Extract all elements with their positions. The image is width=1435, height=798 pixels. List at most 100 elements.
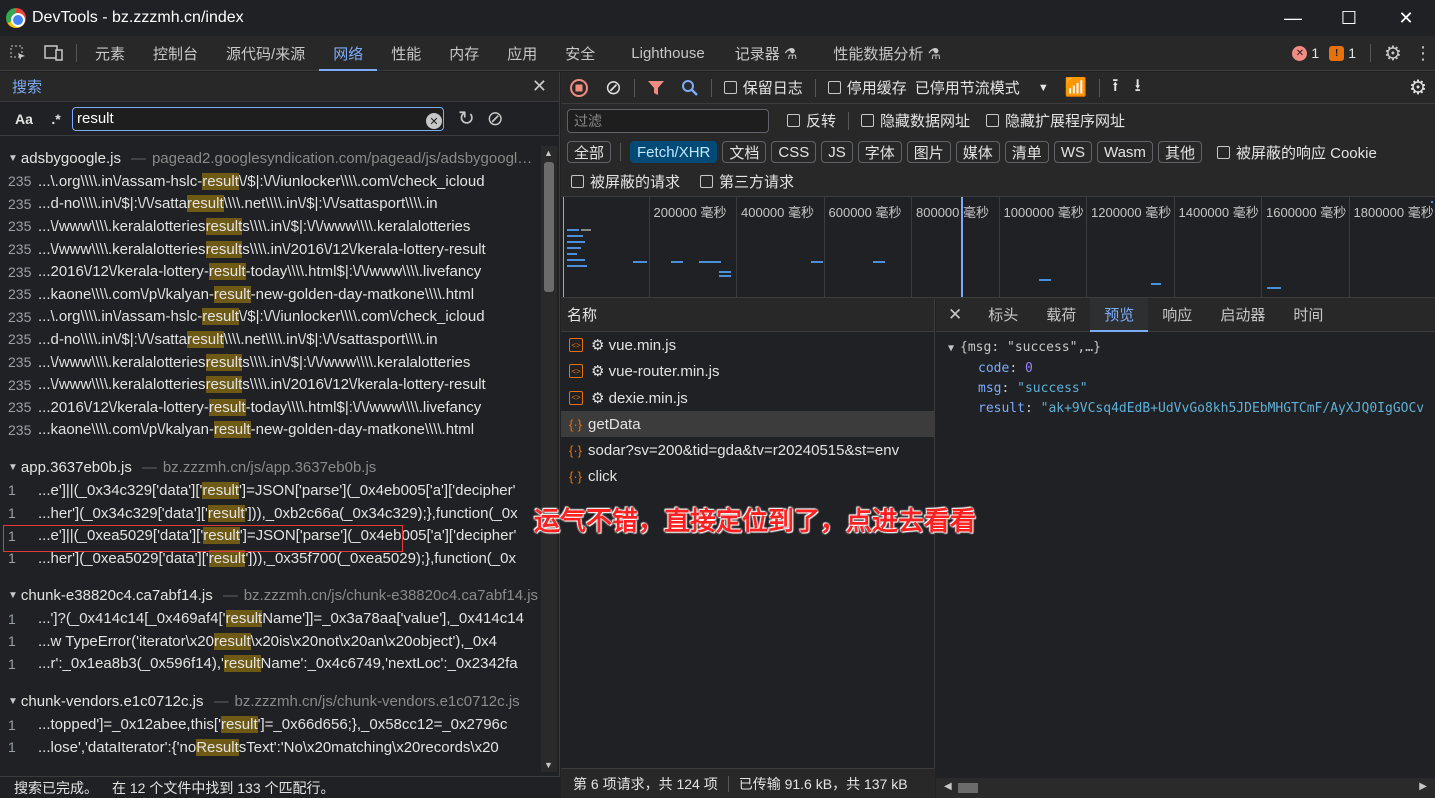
clear-input-icon[interactable]: ✕ [426,113,442,129]
hide-ext-urls-checkbox[interactable]: 隐藏扩展程序网址 [978,105,1133,137]
tab-security[interactable]: 安全 [551,36,609,71]
filter-funnel-icon[interactable] [639,72,673,104]
type-filter-4[interactable]: JS [821,141,853,163]
tab-performance[interactable]: 性能 [377,36,435,71]
more-options-icon[interactable]: ⋮ [1411,36,1435,71]
request-row[interactable]: <> ⚙ vue-router.min.js [561,358,934,384]
scroll-up-icon[interactable]: ▲ [544,148,553,158]
match-case-button[interactable]: Aa [8,111,40,127]
tab-memory[interactable]: 内存 [435,36,493,71]
type-filter-9[interactable]: WS [1053,141,1092,163]
preserve-log-checkbox[interactable]: 保留日志 [716,72,811,104]
tab-console[interactable]: 控制台 [139,36,212,71]
search-match-row[interactable]: 235 ...\/www\\\\.keralalotteriesresults\\… [0,238,540,261]
search-match-row[interactable]: 235 ...\/www\\\\.keralalotteriesresults\\… [0,373,540,396]
hide-data-urls-checkbox[interactable]: 隐藏数据网址 [853,105,978,137]
preview-root-row[interactable]: ▼ {msg: "success",…} [948,338,1435,359]
refresh-search-icon[interactable]: ↻ [458,106,475,131]
search-match-row[interactable]: 1 ...lose','dataIterator':{'noResultsText… [0,736,540,759]
search-match-row[interactable]: 1 ...e']||(_0x34c329['data']['result']=JS… [0,479,540,502]
error-badge[interactable]: ✕ 1 [1292,45,1319,61]
request-row[interactable]: <> ⚙ dexie.min.js [561,385,934,411]
clear-search-results-icon[interactable]: ⊘ [487,106,504,131]
settings-gear-icon[interactable]: ⚙ [1375,36,1411,71]
search-match-row[interactable]: 235 ...\/www\\\\.keralalotteriesresults\\… [0,215,540,238]
detail-tab-3[interactable]: 响应 [1148,298,1206,332]
tab-sources[interactable]: 源代码/来源 [212,36,319,71]
search-match-row[interactable]: 235 ...2016\/12\/kerala-lottery-result-to… [0,396,540,419]
close-window-icon[interactable]: ✕ [1378,0,1434,36]
type-filter-6[interactable]: 图片 [906,141,951,163]
tab-recorder[interactable]: 记录器 ⚗ [721,36,812,71]
type-filter-5[interactable]: 字体 [857,141,902,163]
import-har-icon[interactable]: ⭱ [1104,72,1126,104]
scroll-left-icon[interactable]: ◀ [944,781,952,792]
search-match-row[interactable]: 235 ...kaone\\\\.com\/p\/kalyan-result-ne… [0,419,540,442]
request-row[interactable]: <> ⚙ vue.min.js [561,332,934,358]
search-match-row[interactable]: 235 ...kaone\\\\.com\/p\/kalyan-result-ne… [0,283,540,306]
search-match-row[interactable]: 1 ...her'](_0x34c329['data']['result'])),… [0,502,540,525]
name-column-header[interactable]: 名称 [561,298,934,332]
scrollbar-thumb[interactable] [544,162,554,292]
request-row[interactable]: {·} sodar?sv=200&tid=gda&tv=r20240515&st=… [561,437,934,463]
result-file-header[interactable]: ▼ adsbygoogle.js — pagead2.googlesyndicatio… [0,146,540,170]
detail-tab-5[interactable]: 时间 [1279,298,1337,332]
inspect-element-icon[interactable] [0,36,36,71]
search-match-row[interactable]: 235 ...\.org\\\\.in\/assam-hslc-result\/$… [0,306,540,329]
throttle-select[interactable]: 已停用节流模式 ▼ [915,72,1057,104]
hscroll-thumb[interactable] [958,783,978,793]
close-detail-icon[interactable]: ✕ [936,298,974,332]
disable-cache-checkbox[interactable]: 停用缓存 [820,72,915,104]
maximize-icon[interactable]: ☐ [1321,0,1377,36]
clear-log-icon[interactable]: ⊘ [597,72,630,104]
result-file-header[interactable]: ▼ app.3637eb0b.js — bz.zzzmh.cn/js/app.3637… [0,455,540,479]
filter-input[interactable]: 过滤 [567,108,769,133]
search-match-row[interactable]: 235 ...\.org\\\\.in\/assam-hslc-result\/$… [0,170,540,193]
preview-horizontal-scrollbar[interactable]: ◀ ▶ [936,778,1435,798]
device-toolbar-icon[interactable] [36,36,72,71]
warning-badge[interactable]: ! 1 [1329,45,1356,61]
type-filter-1[interactable]: Fetch/XHR [630,141,718,163]
search-match-row[interactable]: 1 ...w TypeError('iterator\x20result\x20i… [0,630,540,653]
result-file-header[interactable]: ▼ chunk-vendors.e1c0712c.js — bz.zzzmh.cn/j… [0,689,540,713]
stop-recording-icon[interactable] [561,72,597,104]
search-match-row[interactable]: 1 ...']?(_0x414c14[_0x469af4['resultName'… [0,608,540,631]
close-search-icon[interactable]: ✕ [532,76,547,97]
network-overview-timeline[interactable]: 200000 毫秒 400000 毫秒 600000 毫秒 800000 毫秒 1000… [561,197,1435,298]
type-filter-11[interactable]: 其他 [1157,141,1202,163]
scroll-down-icon[interactable]: ▼ [544,760,553,770]
result-file-header[interactable]: ▼ chunk-e38820c4.ca7abf14.js — bz.zzzmh.cn/… [0,584,540,608]
minimize-icon[interactable]: — [1265,0,1321,36]
search-match-row[interactable]: 1 ...topped']=_0x12abee,this['result']=_0… [0,713,540,736]
search-match-row[interactable]: 235 ...\/www\\\\.keralalotteriesresults\\… [0,351,540,374]
type-filter-10[interactable]: Wasm [1096,141,1153,163]
search-match-row[interactable]: 235 ...d-no\\\\.in\/$|:\/\/sattaresult\\\… [0,193,540,216]
third-party-checkbox[interactable]: 第三方请求 [700,171,794,192]
detail-tab-2[interactable]: 预览 [1090,297,1149,332]
search-match-row[interactable]: 235 ...2016\/12\/kerala-lottery-result-to… [0,260,540,283]
tab-application[interactable]: 应用 [493,36,551,71]
blocked-cookies-checkbox[interactable]: 被屏蔽的响应 Cookie [1216,142,1377,163]
detail-tab-4[interactable]: 启动器 [1206,298,1279,332]
tab-network[interactable]: 网络 [319,36,378,71]
regex-button[interactable]: .* [40,111,72,127]
blocked-requests-checkbox[interactable]: 被屏蔽的请求 [571,171,680,192]
request-row[interactable]: {·} click [561,463,934,489]
detail-tab-0[interactable]: 标头 [974,298,1032,332]
tab-lighthouse[interactable]: Lighthouse [609,36,720,71]
tab-elements[interactable]: 元素 [81,36,139,71]
search-icon[interactable] [673,72,707,104]
scroll-right-icon[interactable]: ▶ [1419,781,1427,792]
network-settings-icon[interactable]: ⚙ [1401,72,1435,104]
network-conditions-icon[interactable]: 📶 [1057,72,1095,104]
invert-checkbox[interactable]: 反转 [779,105,844,137]
request-row[interactable]: {·} getData [561,410,934,438]
type-filter-2[interactable]: 文档 [722,141,767,163]
search-input[interactable] [72,106,444,131]
search-match-row[interactable]: 1 ...r':_0x1ea8b3(_0x596f14),'resultName'… [0,653,540,676]
type-filter-3[interactable]: CSS [771,141,817,163]
detail-tab-1[interactable]: 载荷 [1032,298,1090,332]
search-match-row[interactable]: 235 ...d-no\\\\.in\/$|:\/\/sattaresult\\\… [0,328,540,351]
tab-performance-insights[interactable]: 性能数据分析 ⚗ [811,36,955,71]
type-filter-8[interactable]: 清单 [1004,141,1049,163]
